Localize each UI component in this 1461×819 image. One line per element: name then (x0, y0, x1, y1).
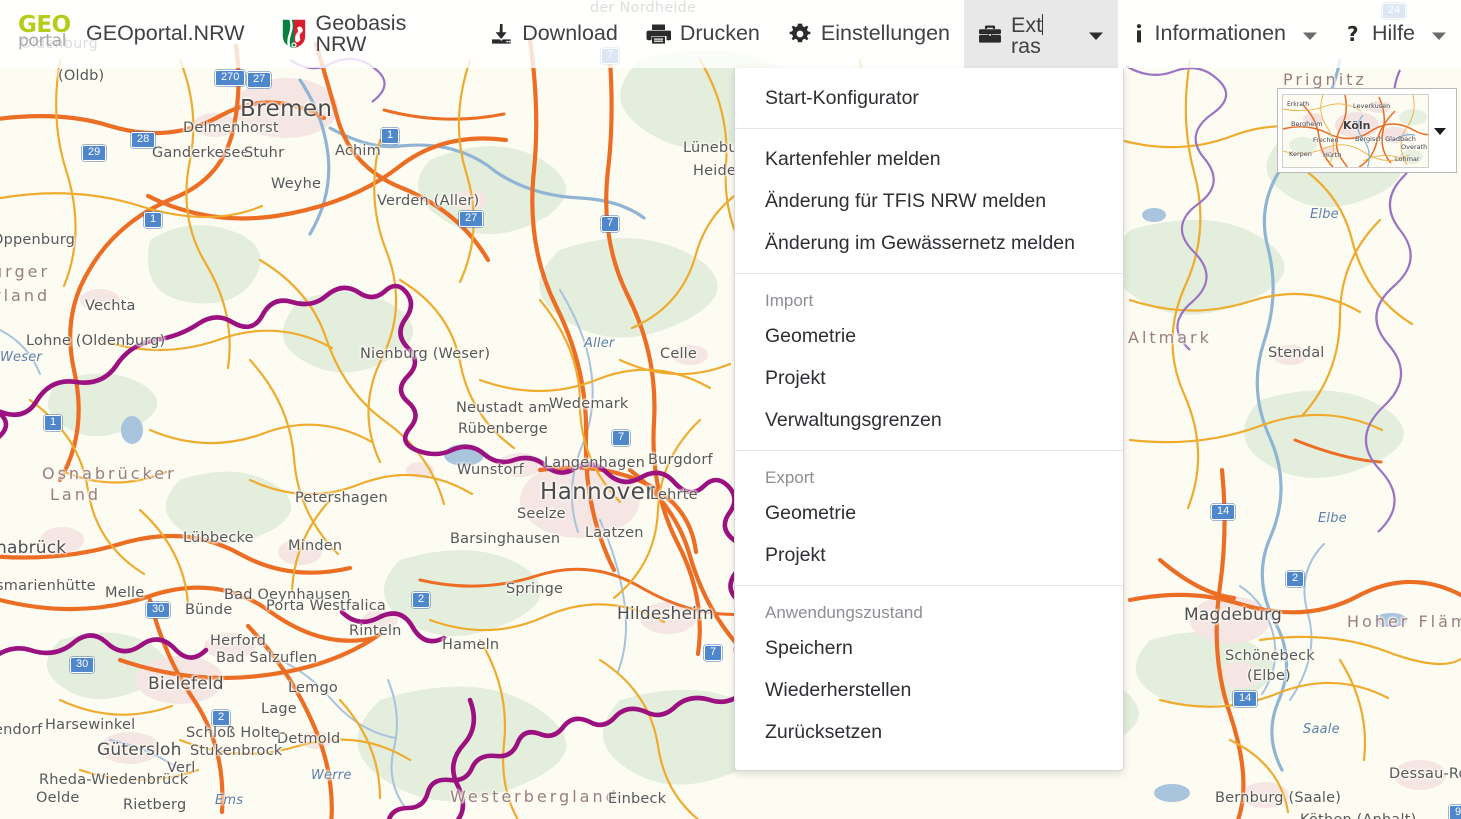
menubar-item-drucken[interactable]: Drucken (632, 0, 774, 68)
menu-section-title: Anwendungszustand (765, 603, 923, 622)
menu-item-geometrie[interactable]: Geometrie (735, 492, 1123, 534)
menu-item-zurucksetzen[interactable]: Zurücksetzen (735, 711, 1123, 753)
brand-home-button[interactable]: GEO portal GEOportal.NRW (0, 0, 267, 68)
info-icon (1132, 22, 1146, 46)
menubar-label-informationen: Informationen (1154, 21, 1286, 46)
menu-item-start-konfigurator[interactable]: Start-Konfigurator (735, 77, 1123, 119)
overview-map-label: Hürth (1323, 150, 1342, 159)
overview-map-label: Lohmar (1395, 154, 1420, 163)
map-vector-layer: .forest { fill:#e4eedd; } .urban { fill:… (0, 0, 1461, 819)
menu-group: Kartenfehler melden Änderung für TFIS NRW… (735, 128, 1123, 273)
chevron-down-icon (1088, 22, 1104, 47)
menubar-item-einstellungen[interactable]: Einstellungen (774, 0, 964, 68)
download-icon (489, 22, 513, 46)
menu-item-geometrie[interactable]: Geometrie (735, 315, 1123, 357)
menu-item-wiederherstellen[interactable]: Wiederherstellen (735, 669, 1123, 711)
overview-map-panel[interactable]: Köln Leverkusen Bergisch Gladbach Bergheim F… (1277, 88, 1457, 173)
menubar-label-einstellungen: Einstellungen (820, 21, 950, 46)
menu-item-projekt[interactable]: Projekt (735, 357, 1123, 399)
menu-item-projekt[interactable]: Projekt (735, 534, 1123, 576)
overview-map-label: Kerpen (1289, 149, 1312, 158)
menubar-item-hilfe[interactable]: ? Hilfe (1332, 0, 1461, 68)
chevron-down-icon (1302, 22, 1318, 47)
logo-portal-text: portal (18, 31, 67, 51)
extras-label-part-1: Ext (1011, 12, 1043, 37)
chevron-down-icon (1434, 127, 1447, 135)
overview-map-label: Bergheim (1291, 119, 1323, 128)
main-menubar: GEO portal GEOportal.NRW Geobasis NRW Do… (0, 0, 1461, 68)
overview-map-label: Overath (1401, 142, 1428, 151)
overview-collapse-toggle[interactable] (1429, 125, 1452, 137)
svg-text:?: ? (1347, 22, 1359, 46)
map-canvas[interactable]: .forest { fill:#e4eedd; } .urban { fill:… (0, 0, 1461, 819)
menubar-label-drucken: Drucken (679, 21, 760, 46)
menu-section-title: Import (765, 291, 814, 310)
menu-item-anderung-fur-tfis-nrw-melden[interactable]: Änderung für TFIS NRW melden (735, 180, 1123, 222)
menu-item-verwaltungsgrenzen[interactable]: Verwaltungsgrenzen (735, 399, 1123, 441)
menu-group: Export Geometrie Projekt (735, 450, 1123, 585)
menubar-item-download[interactable]: Download (475, 0, 632, 68)
menu-group: Anwendungszustand Speichern Wiederherstell… (735, 585, 1123, 762)
menubar-item-informationen[interactable]: Informationen (1118, 0, 1332, 68)
text-cursor (1042, 13, 1044, 35)
menu-group: Import Geometrie Projekt Verwaltungsgrenzen (735, 273, 1123, 450)
menubar-label-extras: Extras (1011, 11, 1072, 58)
menu-item-kartenfehler-melden[interactable]: Kartenfehler melden (735, 138, 1123, 180)
overview-map-label: Frechen (1313, 135, 1339, 144)
extras-dropdown-menu[interactable]: Start-Konfigurator Kartenfehler melden Änd… (734, 68, 1124, 771)
menu-item-speichern[interactable]: Speichern (735, 627, 1123, 669)
briefcase-icon (978, 23, 1002, 45)
overview-map-label: Erkrath (1287, 100, 1310, 108)
overview-map-label: Leverkusen (1353, 101, 1391, 110)
menubar-item-geobasis-nrw[interactable]: Geobasis NRW (267, 0, 476, 68)
overview-map-label: Köln (1343, 118, 1371, 132)
menu-item-anderung-im-gewassernetz-melden[interactable]: Änderung im Gewässernetz melden (735, 222, 1123, 264)
printer-icon (646, 22, 671, 46)
menubar-item-extras[interactable]: Extras (964, 0, 1118, 68)
menubar-label-download: Download (522, 21, 618, 46)
chevron-down-icon (1431, 22, 1447, 47)
menubar-label-geobasis-nrw: Geobasis NRW (315, 10, 407, 56)
extras-label-part-2: ras (1011, 34, 1041, 58)
nrw-coat-of-arms-icon (280, 18, 307, 50)
question-mark-icon: ? (1346, 22, 1363, 46)
overview-map-thumbnail[interactable]: Köln Leverkusen Bergisch Gladbach Bergheim F… (1282, 93, 1429, 168)
gear-icon (788, 22, 812, 46)
menu-section-title: Export (765, 468, 815, 487)
overview-map-label: Bergisch Gladbach (1355, 134, 1416, 143)
geoportal-logo: GEO portal (18, 14, 74, 54)
menu-group: Start-Konfigurator (735, 68, 1123, 128)
brand-title: GEOportal.NRW (86, 21, 245, 46)
geoportal-application: .forest { fill:#e4eedd; } .urban { fill:… (0, 0, 1461, 819)
menubar-label-hilfe: Hilfe (1371, 21, 1415, 46)
